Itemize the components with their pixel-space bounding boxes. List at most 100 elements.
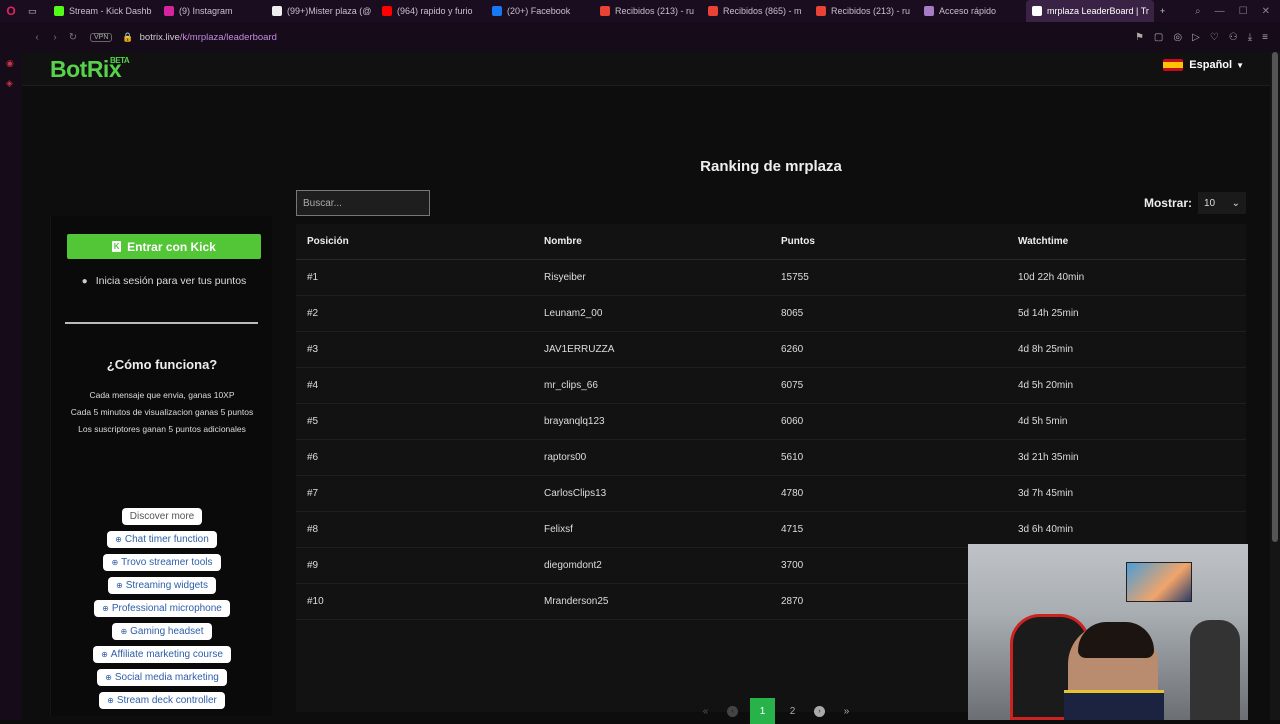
discover-link[interactable]: ⊕ Social media marketing: [97, 669, 227, 686]
discover-link-label: Stream deck controller: [116, 695, 217, 706]
cell-watchtime: 5d 14h 25min: [1018, 308, 1079, 319]
wall-poster: [1126, 562, 1192, 602]
forward-icon[interactable]: ›: [46, 32, 64, 43]
discover-link[interactable]: ⊕ Trovo streamer tools: [103, 554, 221, 571]
minimize-icon[interactable]: —: [1215, 6, 1225, 17]
webcam-overlay: [968, 544, 1248, 720]
page-size-select[interactable]: 10 ⌄: [1198, 192, 1246, 214]
next-page-button[interactable]: ›: [814, 705, 825, 717]
download-icon[interactable]: ⤓: [1248, 32, 1252, 43]
page-button-2[interactable]: 2: [783, 701, 802, 721]
plus-circle-icon: ⊕: [107, 696, 114, 705]
how-it-works-list: Cada mensaje que envia, ganas 10XP Cada …: [51, 387, 273, 438]
cell-name: JAV1ERRUZZA: [544, 344, 615, 355]
page-title: Ranking de mrplaza: [700, 158, 842, 175]
address-bar: ‹ › ↻ VPN 🔒 botrix.live/k/mrplaza/leader…: [0, 22, 1280, 52]
discover-link-label: Gaming headset: [130, 626, 204, 637]
browser-tab[interactable]: (20+) Facebook: [486, 0, 594, 22]
discover-link-label: Streaming widgets: [125, 580, 208, 591]
cell-points: 4715: [781, 524, 804, 535]
cell-points: 6260: [781, 344, 804, 355]
browser-tab[interactable]: Stream - Kick Dashb: [48, 0, 158, 22]
tab-label: (9) Instagram: [179, 6, 233, 16]
player-icon[interactable]: ▷: [1192, 32, 1200, 43]
cell-position: #8: [307, 524, 319, 535]
window-controls: ⌕ — ☐ ✕: [1195, 6, 1280, 17]
close-icon[interactable]: ✕: [1262, 6, 1270, 17]
chair: [1190, 620, 1240, 720]
spain-flag-icon: [1163, 59, 1184, 71]
messenger-icon[interactable]: ◉: [6, 58, 16, 68]
cell-watchtime: 4d 8h 25min: [1018, 344, 1074, 355]
discover-link[interactable]: ⊕ Gaming headset: [112, 623, 212, 640]
page-scrollbar[interactable]: [1270, 52, 1280, 720]
discover-link[interactable]: ⊕ Stream deck controller: [99, 692, 225, 709]
browser-tab[interactable]: (99+)Mister plaza (@: [266, 0, 376, 22]
login-hint: ● Inicia sesión para ver tus puntos: [67, 275, 261, 287]
browser-sidebar: ◉ ◈: [0, 52, 22, 720]
browser-tab[interactable]: Recibidos (865) - m: [702, 0, 810, 22]
cell-name: Leunam2_00: [544, 308, 603, 319]
tab-label: Recibidos (865) - m: [723, 6, 802, 16]
plus-circle-icon: ⊕: [115, 535, 122, 544]
search-tabs-icon[interactable]: ⌕: [1195, 6, 1201, 17]
new-tab-button[interactable]: +: [1154, 0, 1171, 22]
bookmark-icon[interactable]: ⚑: [1135, 32, 1144, 43]
show-label: Mostrar:: [1143, 196, 1192, 210]
streamer-shirt: [1064, 690, 1164, 720]
pagination: « ‹ 1 2 › »: [696, 698, 856, 724]
menu-icon[interactable]: ≡: [1262, 32, 1268, 43]
back-icon[interactable]: ‹: [28, 32, 46, 43]
browser-tab[interactable]: Recibidos (213) - ru: [810, 0, 918, 22]
cell-points: 2870: [781, 596, 804, 607]
column-header-name[interactable]: Nombre: [544, 236, 582, 247]
lock-icon: 🔒: [122, 31, 134, 42]
prev-page-button[interactable]: ‹: [727, 705, 738, 717]
login-hint-text: Inicia sesión para ver tus puntos: [95, 275, 247, 287]
cell-position: #4: [307, 380, 319, 391]
column-header-points[interactable]: Puntos: [781, 236, 815, 247]
discover-link[interactable]: ⊕ Professional microphone: [94, 600, 230, 617]
snapshot-icon[interactable]: ▢: [1154, 32, 1163, 43]
cell-position: #3: [307, 344, 319, 355]
plus-circle-icon: ⊕: [116, 581, 123, 590]
discover-link[interactable]: ⊕ Affiliate marketing course: [93, 646, 231, 663]
browser-tab[interactable]: (9) Instagram: [158, 0, 266, 22]
workspace-icon[interactable]: ▭: [22, 0, 48, 22]
scrollbar-thumb[interactable]: [1272, 52, 1278, 542]
column-header-position[interactable]: Posición: [307, 236, 349, 247]
chevron-down-icon: ▼: [1236, 60, 1244, 70]
last-page-button[interactable]: »: [837, 701, 856, 721]
cell-name: Mranderson25: [544, 596, 609, 607]
browser-tab[interactable]: Recibidos (213) - ru: [594, 0, 702, 22]
favicon-icon: [492, 6, 502, 16]
chevron-down-icon: ⌄: [1231, 197, 1240, 209]
page-button-1[interactable]: 1: [750, 698, 775, 724]
tab-label: (20+) Facebook: [507, 6, 571, 16]
botrix-logo[interactable]: BotRix BETA: [50, 56, 130, 83]
discover-link[interactable]: ⊕ Streaming widgets: [108, 577, 216, 594]
browser-tab[interactable]: Acceso rápido: [918, 0, 1026, 22]
heart-icon[interactable]: ♡: [1210, 32, 1219, 43]
browser-tab[interactable]: (964) rapido y furio: [376, 0, 486, 22]
cell-name: CarlosClips13: [544, 488, 607, 499]
browser-tab[interactable]: mrplaza LeaderBoard | Tr: [1026, 0, 1154, 22]
opera-logo-icon[interactable]: O: [0, 0, 22, 22]
maximize-icon[interactable]: ☐: [1239, 6, 1248, 17]
first-page-button[interactable]: «: [696, 701, 715, 721]
column-header-watchtime[interactable]: Watchtime: [1018, 236, 1068, 247]
vpn-badge[interactable]: VPN: [90, 32, 113, 42]
login-kick-button[interactable]: K Entrar con Kick: [67, 234, 261, 259]
language-selector[interactable]: Español ▼: [1163, 59, 1244, 71]
cell-position: #2: [307, 308, 319, 319]
user-icon: ●: [81, 275, 88, 287]
reload-icon[interactable]: ↻: [64, 32, 82, 43]
page-size-value: 10: [1204, 197, 1216, 209]
account-icon[interactable]: ⚇: [1229, 32, 1238, 43]
instagram-icon[interactable]: ◈: [6, 78, 16, 88]
search-input[interactable]: [296, 190, 430, 216]
shield-icon[interactable]: ◎: [1173, 32, 1182, 43]
discover-link-label: Professional microphone: [111, 603, 222, 614]
url-field[interactable]: botrix.live/k/mrplaza/leaderboard: [140, 32, 277, 43]
discover-link[interactable]: ⊕ Chat timer function: [107, 531, 217, 548]
